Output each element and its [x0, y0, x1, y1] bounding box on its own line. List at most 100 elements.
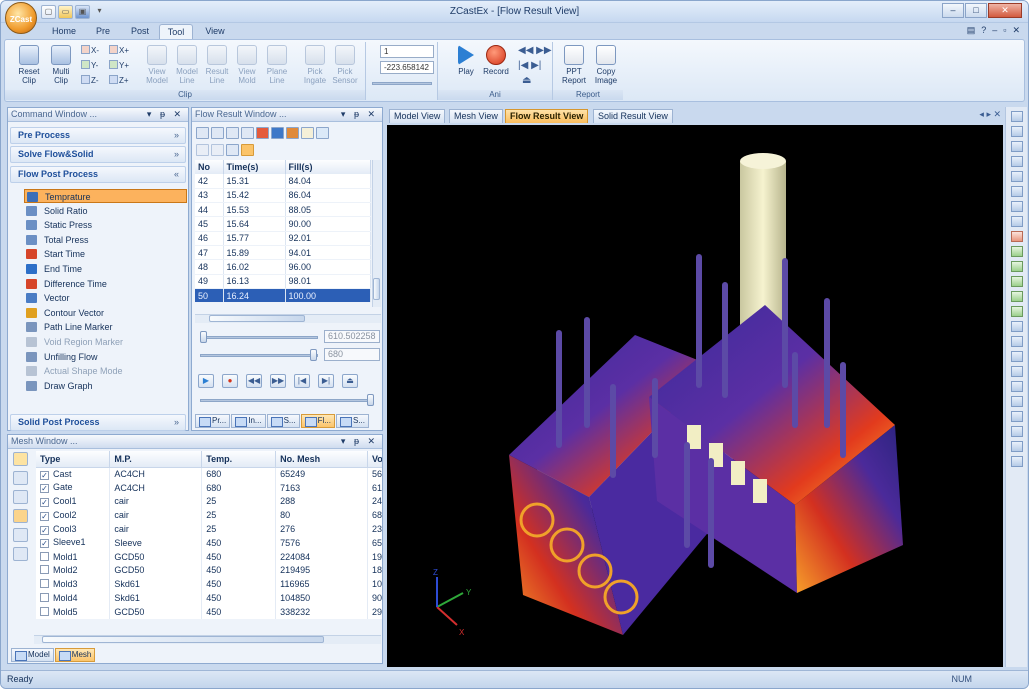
visibility-checkbox[interactable] [40, 593, 49, 603]
visibility-checkbox[interactable]: ✓ [40, 484, 49, 494]
scroll-thumb[interactable] [42, 636, 324, 643]
layers-icon[interactable] [211, 144, 224, 156]
tab-view[interactable]: View [203, 24, 227, 39]
view-right-icon[interactable] [1010, 156, 1023, 167]
table-row[interactable]: Mold1 GCD50 450 224084 192 [36, 549, 382, 564]
3d-viewport[interactable]: Y X Z [387, 125, 1003, 667]
edge-icon[interactable] [1010, 366, 1023, 377]
visibility-checkbox[interactable] [40, 606, 49, 616]
tab-model-view[interactable]: Model View [389, 109, 446, 123]
model-line-button[interactable]: Model Line [173, 45, 201, 85]
column-header[interactable]: Time(s) [223, 160, 286, 174]
mesh-table-hscrollbar[interactable] [34, 635, 381, 644]
visibility-checkbox[interactable]: ✓ [40, 539, 49, 549]
visibility-checkbox[interactable]: ✓ [40, 497, 49, 507]
animate-icon[interactable] [226, 127, 239, 139]
table-row[interactable]: ✓ Cool1 cair 25 288 247 [36, 494, 382, 509]
visibility-checkbox[interactable] [40, 565, 49, 575]
time-slider-knob[interactable] [200, 331, 207, 343]
rotate-x-icon[interactable] [1010, 291, 1023, 302]
copy-image-button[interactable]: Copy Image [591, 45, 621, 85]
scroll-thumb[interactable] [373, 278, 380, 300]
play-icon[interactable]: ▶ [198, 374, 214, 388]
column-header[interactable]: Type [36, 451, 111, 468]
frame-slider[interactable] [200, 399, 372, 402]
vector-icon[interactable] [301, 127, 314, 139]
style-icon[interactable]: ▤ [967, 25, 976, 36]
first-frame-icon[interactable]: |◀ [294, 374, 310, 388]
tab-mesh-view[interactable]: Mesh View [449, 109, 503, 123]
rotate-y-icon[interactable] [1010, 306, 1023, 317]
table-row[interactable]: Mold2 GCD50 450 219495 188 [36, 563, 382, 578]
clip-x-minus-button[interactable]: X- [81, 45, 99, 57]
panel-controls[interactable]: ▾ ᵽ ✕ [147, 108, 184, 121]
panel-controls[interactable]: ▾ ᵽ ✕ [341, 435, 378, 448]
grid-icon[interactable] [196, 144, 209, 156]
command-item-unfilling-flow[interactable]: Unfilling Flow [24, 350, 187, 364]
path-icon[interactable] [241, 127, 254, 139]
visibility-checkbox[interactable] [40, 579, 49, 589]
clip-y-plus-button[interactable]: Y+ [109, 60, 129, 72]
table-row[interactable]: 47 15.89 94.01 [195, 245, 371, 261]
table-row[interactable]: ✓ Sleeve1 Sleeve 450 7576 650 [36, 535, 382, 550]
tab-flow-result-view[interactable]: Flow Result View [505, 109, 589, 123]
rotate-icon[interactable] [1010, 261, 1023, 272]
clip-x-plus-button[interactable]: X+ [109, 45, 129, 57]
view-bottom-icon[interactable] [1010, 186, 1023, 197]
view-model-button[interactable]: View Model [143, 45, 171, 85]
table-row[interactable]: ✓ Cast AC4CH 680 65249 560 [36, 467, 382, 481]
fast-forward-icons[interactable]: ◀◀ ▶▶ [518, 45, 552, 57]
command-item-actual-shape-mode[interactable]: Actual Shape Mode [24, 364, 187, 378]
light-icon[interactable] [1010, 396, 1023, 407]
temperature-slider[interactable] [200, 354, 318, 357]
clip-slider[interactable] [372, 82, 432, 85]
clip-z-minus-button[interactable]: Z- [81, 75, 99, 87]
tab-tool[interactable]: Tool [159, 24, 193, 39]
command-item-temprature[interactable]: Temprature [24, 189, 187, 203]
flow-result-tab[interactable]: Pr... [195, 414, 231, 428]
column-header[interactable]: M.P. [109, 451, 203, 468]
orange-layer-icon[interactable] [286, 127, 299, 139]
arrow-icon[interactable] [316, 127, 329, 139]
view-front-icon[interactable] [1010, 111, 1023, 122]
command-item-total-press[interactable]: Total Press [24, 233, 187, 247]
wireframe-icon[interactable] [1010, 336, 1023, 347]
print-icon[interactable] [1010, 456, 1023, 467]
record-icon[interactable]: ● [222, 374, 238, 388]
clip-y-minus-button[interactable]: Y- [81, 60, 98, 72]
view-top-icon[interactable] [1010, 171, 1023, 182]
mdi-restore-icon[interactable]: ▫ [1003, 25, 1006, 36]
step-icons[interactable]: |◀ ▶| [518, 60, 541, 72]
reset-clip-button[interactable]: Reset Clip [15, 45, 43, 85]
flow-result-tab[interactable]: S... [335, 414, 369, 428]
record-button[interactable]: Record [482, 45, 510, 76]
rewind-icon[interactable]: ◀◀ [246, 374, 262, 388]
view-fit-icon[interactable] [1010, 216, 1023, 227]
command-item-start-time[interactable]: Start Time [24, 247, 187, 261]
tab-scroll-arrows[interactable]: ◂ ▸ ✕ [979, 109, 1001, 120]
clip-step-field[interactable]: 1 [380, 45, 434, 58]
command-item-end-time[interactable]: End Time [24, 262, 187, 276]
command-item-difference-time[interactable]: Difference Time [24, 277, 187, 291]
temperature-value-field[interactable]: 680 [324, 348, 380, 361]
temperature-slider-knob[interactable] [310, 349, 317, 361]
eject-icon[interactable]: ⏏ [522, 75, 531, 87]
section-flow-post-process[interactable]: Flow Post Process « [10, 166, 186, 183]
pick-ingate-button[interactable]: Pick Ingate [301, 45, 329, 85]
table-row[interactable]: Mold4 Skd61 450 104850 900 [36, 591, 382, 605]
tab-pre[interactable]: Pre [93, 24, 113, 39]
tab-post[interactable]: Post [129, 24, 151, 39]
flow-result-tab[interactable]: S... [266, 414, 300, 428]
highlight-icon[interactable] [241, 144, 254, 156]
table-row[interactable]: ✓ Gate AC4CH 680 7163 615 [36, 480, 382, 495]
flow-result-tab[interactable]: In... [231, 414, 266, 428]
trophy-icon[interactable] [13, 452, 28, 466]
flow-table-hscrollbar[interactable] [195, 314, 381, 323]
table-row[interactable]: ✓ Cool2 cair 25 80 687 [36, 508, 382, 523]
section-icon[interactable] [1010, 381, 1023, 392]
zoom-in-icon[interactable] [1010, 231, 1023, 242]
table-row[interactable]: 45 15.64 90.00 [195, 216, 371, 232]
mdi-close-icon[interactable]: ✕ [1012, 25, 1020, 36]
box-icon[interactable] [13, 528, 28, 542]
table-row[interactable]: Mold3 Skd61 450 116965 100 [36, 577, 382, 592]
